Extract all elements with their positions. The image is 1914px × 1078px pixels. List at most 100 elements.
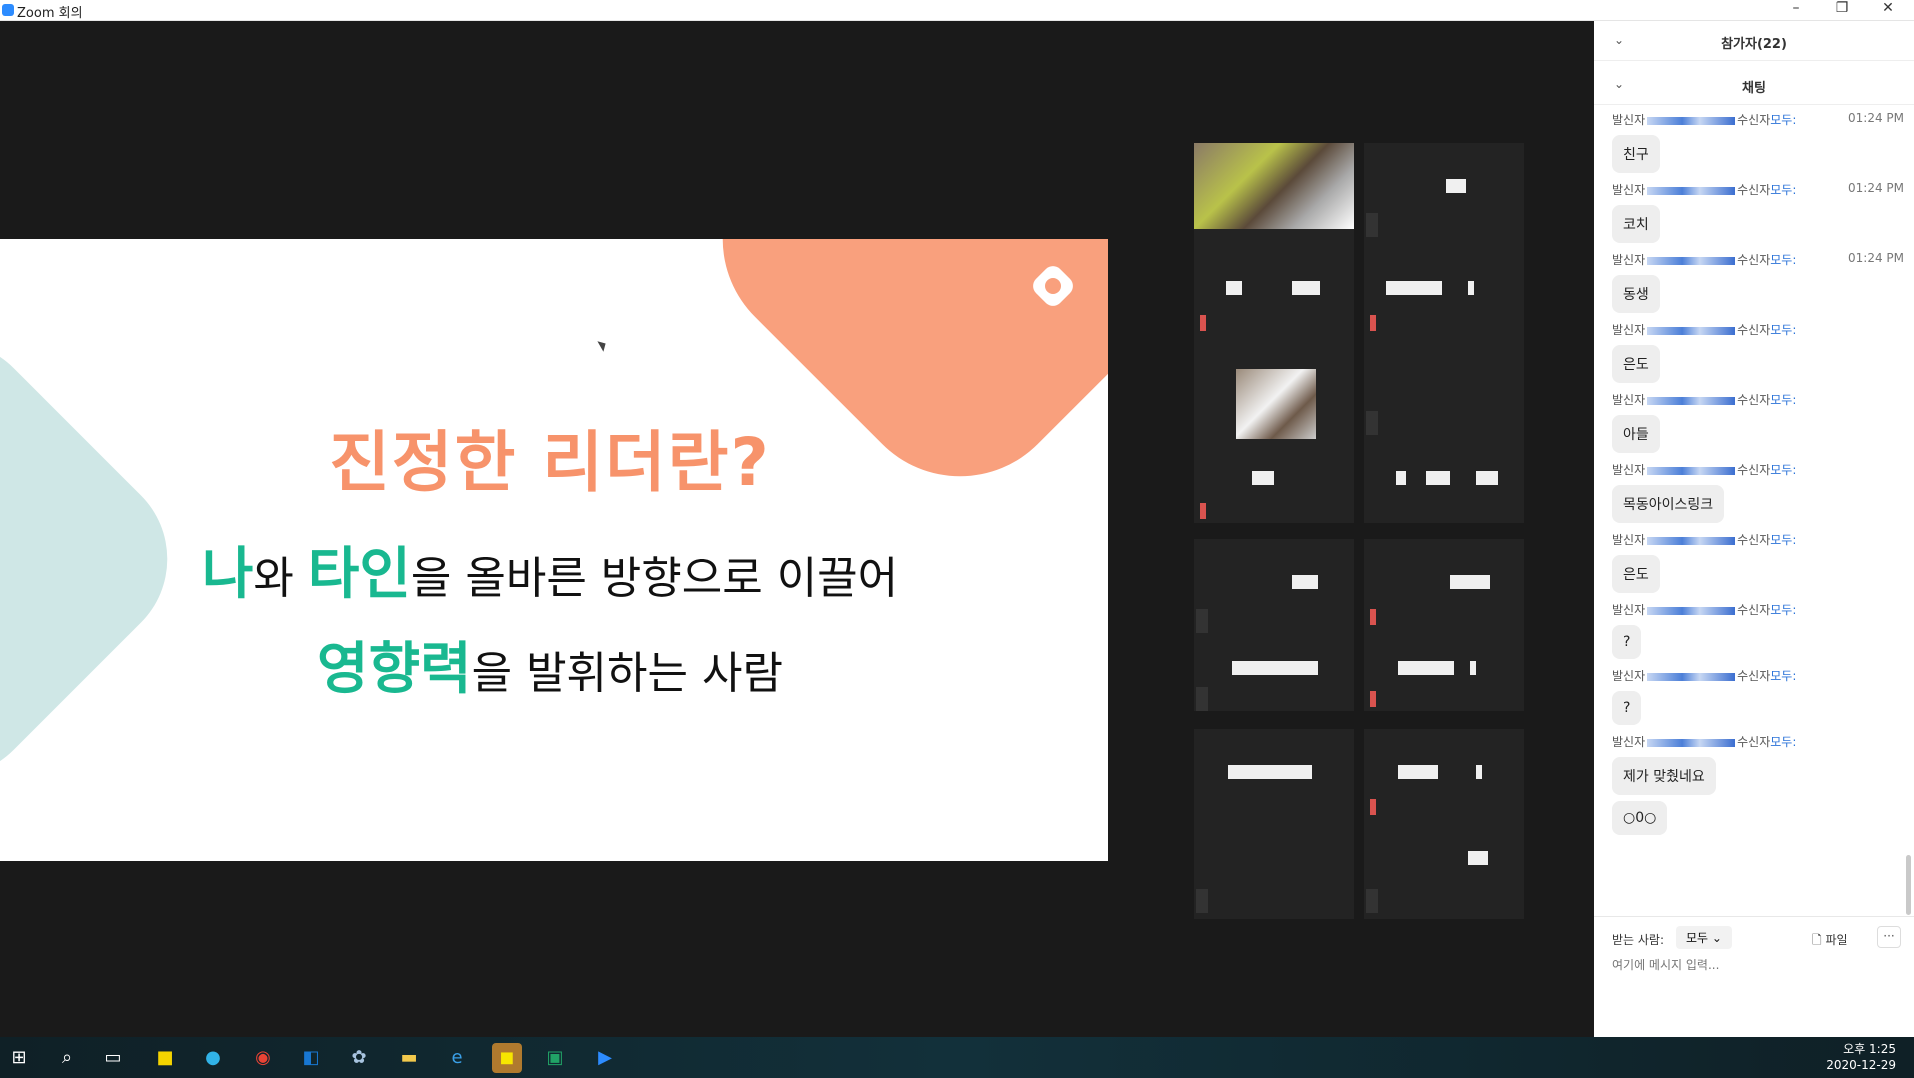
zoom-app-icon <box>2 4 14 16</box>
tile-edge <box>1196 687 1208 711</box>
clock-time: 오후 1:25 <box>1843 1042 1896 1056</box>
windows-start-icon[interactable]: ⊞ <box>4 1043 34 1073</box>
chat-input[interactable] <box>1612 958 1882 972</box>
kakaotalk-icon[interactable]: ◼ <box>492 1043 522 1073</box>
slide-line-1: 나와 타인을 올바른 방향으로 이끌어 <box>0 529 1100 610</box>
name-redaction <box>1292 575 1318 589</box>
participants-header[interactable]: ⌄ 참가자(22) <box>1594 21 1914 61</box>
video-tile[interactable] <box>1364 539 1524 711</box>
highlight-word: 타인 <box>307 542 411 607</box>
sender-redaction <box>1647 396 1736 405</box>
zoom-taskbar-icon[interactable]: ▶ <box>590 1043 620 1073</box>
minimize-icon[interactable]: – <box>1776 0 1816 21</box>
message-meta: 발신자 수신자모두: <box>1612 321 1904 339</box>
mute-icon <box>1200 315 1206 331</box>
recipient: 모두: <box>1770 253 1797 267</box>
from-label: 발신자 <box>1612 393 1646 407</box>
message-meta: 발신자 수신자모두: 01:24 PM <box>1612 181 1904 199</box>
chat-messages: 발신자 수신자모두: 01:24 PM 친구 발신자 수신자모두: 01:24 PM 코… <box>1594 111 1904 911</box>
file-button[interactable]: 🗋 파일 <box>1812 931 1848 952</box>
video-tile[interactable] <box>1194 143 1354 523</box>
mouse-cursor-icon <box>597 338 609 352</box>
name-redaction <box>1426 471 1450 485</box>
system-clock[interactable]: 오후 1:25 2020-12-29 <box>1826 1041 1896 1073</box>
recipient: 모두: <box>1770 113 1797 127</box>
sender-redaction <box>1647 256 1736 265</box>
from-label: 발신자 <box>1612 253 1646 267</box>
sender-redaction <box>1647 606 1736 615</box>
name-redaction <box>1398 661 1454 675</box>
message-meta: 발신자 수신자모두: <box>1612 531 1904 549</box>
recipient: 모두: <box>1770 393 1797 407</box>
recipient-select[interactable]: 모두 ⌄ <box>1676 926 1732 949</box>
restore-icon[interactable]: ❐ <box>1822 0 1862 21</box>
video-tile[interactable] <box>1194 729 1354 919</box>
chat-message: 발신자 수신자모두: 은도 <box>1612 531 1904 593</box>
name-redaction <box>1446 179 1466 193</box>
to-label: 수신자 <box>1737 253 1771 267</box>
internet-explorer-icon[interactable]: e <box>442 1043 472 1073</box>
name-redaction <box>1252 471 1274 485</box>
more-options-button[interactable]: ··· <box>1877 926 1901 948</box>
chat-message: 발신자 수신자모두: 01:24 PM 코치 <box>1612 181 1904 243</box>
message-bubble: ? <box>1612 691 1642 725</box>
video-tile[interactable] <box>1194 539 1354 711</box>
name-redaction <box>1468 851 1488 865</box>
outlook-icon[interactable]: ◧ <box>296 1043 326 1073</box>
chat-message: 발신자 수신자모두: 01:24 PM 친구 <box>1612 111 1904 173</box>
app-icon[interactable]: ✿ <box>344 1043 374 1073</box>
task-view-icon[interactable]: ▭ <box>98 1043 128 1073</box>
video-tile[interactable] <box>1364 143 1524 523</box>
name-redaction <box>1232 661 1318 675</box>
message-meta: 발신자 수신자모두: <box>1612 461 1904 479</box>
to-label: 수신자 <box>1737 735 1771 749</box>
message-time: 01:24 PM <box>1848 111 1904 125</box>
search-icon[interactable]: ⌕ <box>52 1043 82 1073</box>
from-label: 발신자 <box>1612 113 1646 127</box>
sender-redaction <box>1647 536 1736 545</box>
recipient: 모두: <box>1770 463 1797 477</box>
recipient: 모두: <box>1770 533 1797 547</box>
close-icon[interactable]: ✕ <box>1868 0 1908 21</box>
message-meta: 발신자 수신자모두: <box>1612 391 1904 409</box>
file-explorer-icon[interactable]: ▬ <box>394 1043 424 1073</box>
message-meta: 발신자 수신자모두: 01:24 PM <box>1612 111 1904 129</box>
sender-redaction <box>1647 738 1736 747</box>
slide-text: 을 올바른 방향으로 이끌어 <box>410 553 899 604</box>
recipient-label: 받는 사람: <box>1612 933 1665 947</box>
to-label: 수신자 <box>1737 463 1771 477</box>
slide-line-2: 영향력을 발휘하는 사람 <box>0 624 1100 705</box>
video-tile[interactable] <box>1364 729 1524 919</box>
window-title: Zoom 회의 <box>17 6 83 21</box>
chat-message: 발신자 수신자모두: 제가 맞췄네요 ○0○ <box>1612 733 1904 835</box>
file-label: 파일 <box>1825 933 1848 947</box>
from-label: 발신자 <box>1612 603 1646 617</box>
chat-message: 발신자 수신자모두: 목동아이스링크 <box>1612 461 1904 523</box>
message-bubble: 동생 <box>1612 275 1660 313</box>
message-meta: 발신자 수신자모두: <box>1612 667 1904 685</box>
message-bubble: ? <box>1612 625 1642 659</box>
sender-redaction <box>1647 326 1736 335</box>
sender-redaction <box>1647 116 1736 125</box>
sticky-notes-icon[interactable]: ■ <box>150 1043 180 1073</box>
to-label: 수신자 <box>1737 183 1771 197</box>
chat-scrollbar[interactable] <box>1906 855 1911 915</box>
from-label: 발신자 <box>1612 735 1646 749</box>
chat-message: 발신자 수신자모두: 01:24 PM 동생 <box>1612 251 1904 313</box>
excel-icon[interactable]: ▣ <box>540 1043 570 1073</box>
tile-edge <box>1366 213 1378 237</box>
recipient: 모두: <box>1770 323 1797 337</box>
name-redaction <box>1396 471 1406 485</box>
chevron-down-icon: ⌄ <box>1711 931 1722 945</box>
mute-icon <box>1200 503 1206 519</box>
highlight-word: 영향력 <box>317 637 472 702</box>
clock-date: 2020-12-29 <box>1826 1058 1896 1072</box>
edge-icon[interactable]: ● <box>198 1043 228 1073</box>
chrome-icon[interactable]: ◉ <box>248 1043 278 1073</box>
name-redaction <box>1476 765 1482 779</box>
chat-header[interactable]: ⌄ 채팅 <box>1594 65 1914 105</box>
from-label: 발신자 <box>1612 463 1646 477</box>
name-redaction <box>1468 281 1474 295</box>
message-time: 01:24 PM <box>1848 181 1904 195</box>
recipient: 모두: <box>1770 669 1797 683</box>
